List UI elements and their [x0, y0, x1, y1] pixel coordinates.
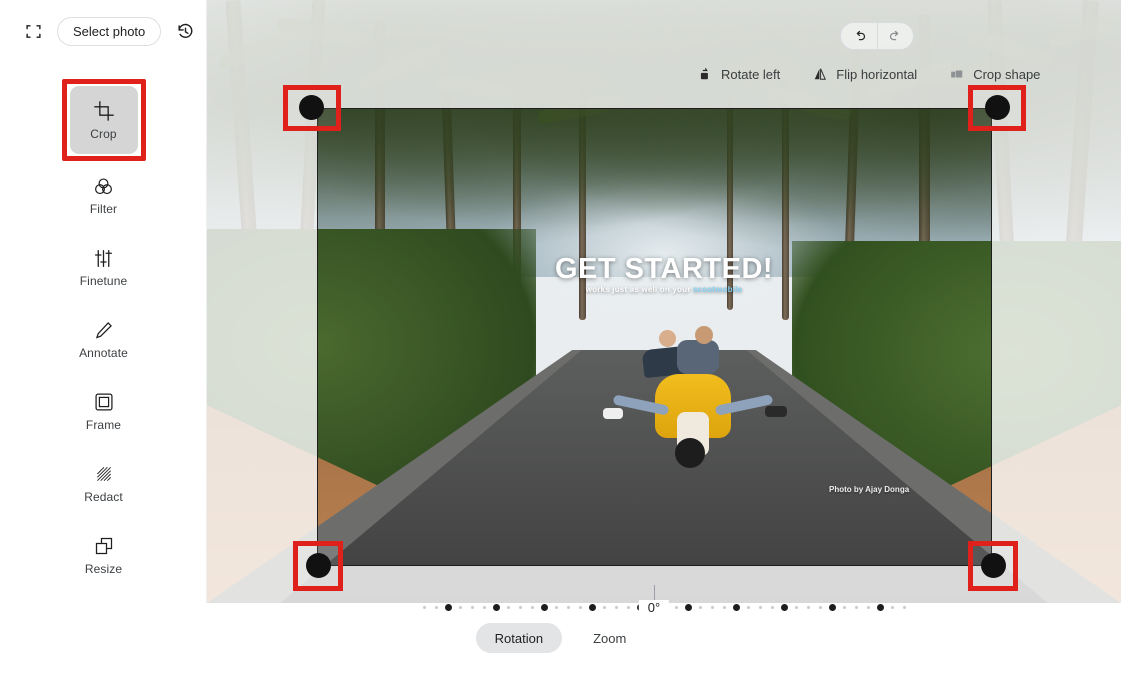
flip-horizontal-button[interactable]: Flip horizontal [812, 66, 917, 82]
rotation-tick [814, 606, 826, 609]
sidebar-item-crop[interactable]: Crop [61, 79, 146, 161]
image-overlay-title: GET STARTED! [554, 253, 774, 285]
rotate-left-label: Rotate left [721, 66, 781, 82]
rotation-tick [574, 606, 586, 609]
panel-header: Select photo [0, 0, 207, 62]
tab-zoom-label: Zoom [593, 630, 627, 646]
rotation-tick [562, 606, 574, 609]
tool-list: Crop Filter Finetune Annotate Frame Reda… [0, 79, 207, 601]
rotation-tick [550, 606, 562, 609]
tab-rotation[interactable]: Rotation [475, 623, 563, 653]
rotation-tick [706, 606, 718, 609]
rotation-tick [694, 606, 706, 609]
rotate-left-button[interactable]: Rotate left [697, 66, 780, 82]
flip-horizontal-label: Flip horizontal [836, 66, 918, 82]
crop-handle-bottom-left[interactable] [306, 553, 331, 578]
rotation-tick [790, 606, 802, 609]
crop-shape-button[interactable]: Crop shape [949, 66, 1040, 82]
redact-icon [93, 463, 115, 485]
rotation-tick [610, 606, 622, 609]
rotation-tick [670, 606, 682, 609]
rotation-tick [682, 604, 694, 611]
photo-editor-app: Select photo Crop Filter Finetune Annota… [0, 0, 1121, 673]
rotation-tick [442, 604, 454, 611]
finetune-icon [93, 247, 115, 269]
sidebar-item-finetune-label: Finetune [79, 274, 128, 288]
expand-icon[interactable] [20, 18, 46, 44]
editor-canvas[interactable]: GET STARTED! works just as well on your … [207, 0, 1121, 603]
rotation-slider[interactable]: 0° [207, 585, 1121, 622]
sidebar-item-crop-label: Crop [90, 126, 117, 141]
rotation-tick [754, 606, 766, 609]
crop-shape-icon [949, 66, 965, 82]
rotation-tick [622, 606, 634, 609]
undo-redo-group [840, 22, 914, 50]
rotation-tick [490, 604, 502, 611]
crop-icon [93, 100, 115, 122]
rotation-value: 0° [638, 600, 670, 615]
rotation-tick [598, 606, 610, 609]
rotation-tick [502, 606, 514, 609]
tab-rotation-label: Rotation [494, 630, 544, 646]
rotation-tick [538, 604, 550, 611]
select-photo-label: Select photo [73, 23, 146, 39]
rotation-tick [478, 606, 490, 609]
redo-icon[interactable] [877, 23, 913, 49]
sidebar-item-redact[interactable]: Redact [52, 457, 156, 510]
rotation-tick [742, 606, 754, 609]
sidebar-item-annotate-label: Annotate [79, 346, 128, 360]
sidebar-item-redact-label: Redact [84, 490, 123, 504]
rotation-tick [526, 606, 538, 609]
undo-icon[interactable] [841, 23, 877, 49]
filter-icon [93, 175, 115, 197]
crop-handle-top-left[interactable] [299, 95, 324, 120]
rotation-tick [886, 606, 898, 609]
rotation-tick [730, 604, 742, 611]
rotation-tick [466, 606, 478, 609]
image-photo-credit: Photo by Ajay Donga [829, 485, 910, 494]
rotation-tick [766, 606, 778, 609]
rotation-tick [514, 606, 526, 609]
image-overlay-subtitle-pre: works just as well on your [585, 285, 693, 294]
crop-options-bar: Rotate left Flip horizontal Crop shape [697, 66, 1040, 82]
rotate-left-icon [697, 66, 713, 82]
crop-handle-top-right[interactable] [985, 95, 1010, 120]
rotation-tick [454, 606, 466, 609]
sidebar-item-frame[interactable]: Frame [52, 385, 156, 438]
rotation-tick [898, 606, 910, 609]
rotation-tick [862, 606, 874, 609]
frame-icon [93, 391, 115, 413]
image-overlay-subtitle: works just as well on your scootmobile [586, 285, 743, 294]
sidebar-item-finetune[interactable]: Finetune [52, 241, 156, 294]
sidebar-item-resize[interactable]: Resize [52, 529, 156, 582]
rotation-tick [418, 606, 430, 609]
rotation-tick [718, 606, 730, 609]
tab-zoom[interactable]: Zoom [574, 623, 645, 653]
history-icon[interactable] [172, 18, 198, 44]
sidebar-item-frame-label: Frame [85, 418, 122, 432]
rotation-tick [826, 604, 838, 611]
left-panel: Select photo Crop Filter Finetune Annota… [0, 0, 207, 603]
resize-icon [93, 535, 115, 557]
image-overlay-subtitle-highlight: scootmobile [692, 285, 743, 294]
rotation-tick [874, 604, 886, 611]
sidebar-item-filter[interactable]: Filter [52, 169, 156, 222]
rotation-tick [430, 606, 442, 609]
rotation-tick [778, 604, 790, 611]
rotation-tick [838, 606, 850, 609]
rotation-tick [802, 606, 814, 609]
pencil-icon [93, 319, 115, 341]
crop-shape-label: Crop shape [973, 66, 1041, 82]
flip-horizontal-icon [812, 66, 828, 82]
rotation-tick [586, 604, 598, 611]
select-photo-button[interactable]: Select photo [57, 16, 162, 46]
sidebar-item-annotate[interactable]: Annotate [52, 313, 156, 366]
crop-handle-bottom-right[interactable] [981, 553, 1006, 578]
sidebar-item-filter-label: Filter [89, 202, 118, 216]
rotation-tick [850, 606, 862, 609]
sidebar-item-resize-label: Resize [84, 562, 123, 576]
